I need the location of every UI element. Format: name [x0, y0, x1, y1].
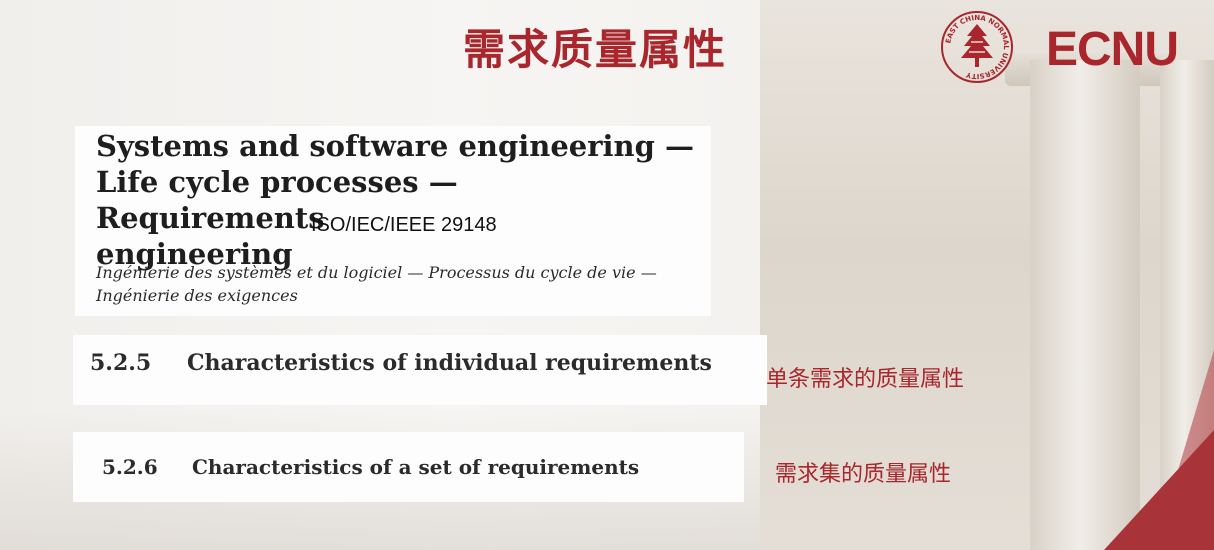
standard-title: Systems and software engineering — Life … — [96, 128, 696, 272]
section-title: Characteristics of a set of requirements — [192, 455, 640, 479]
section-heading: 5.2.6 Characteristics of a set of require… — [102, 455, 639, 479]
section-title: Characteristics of individual requiremen… — [187, 350, 712, 376]
section-note: 单条需求的质量属性 — [766, 367, 965, 392]
section-heading: 5.2.5 Characteristics of individual requi… — [90, 350, 712, 376]
french-title-line: Ingénierie des exigences — [96, 286, 298, 305]
standard-french-title: Ingénierie des systèmes et du logiciel —… — [96, 261, 696, 307]
ecnu-logo: EAST CHINA NORMAL UNIVERSITY ECNU — [940, 10, 1200, 90]
standard-code: ISO/IEC/IEEE 29148 — [311, 214, 497, 236]
section-number: 5.2.6 — [102, 455, 158, 479]
section-note: 需求集的质量属性 — [775, 462, 952, 487]
french-title-line: Ingénierie des systèmes et du logiciel —… — [96, 263, 657, 282]
standard-title-line: Systems and software engineering — — [96, 129, 695, 163]
logo-wordmark: ECNU — [1046, 23, 1179, 76]
corner-accent — [1104, 430, 1214, 550]
university-seal-icon: EAST CHINA NORMAL UNIVERSITY — [941, 11, 1013, 83]
section-number: 5.2.5 — [90, 350, 152, 376]
